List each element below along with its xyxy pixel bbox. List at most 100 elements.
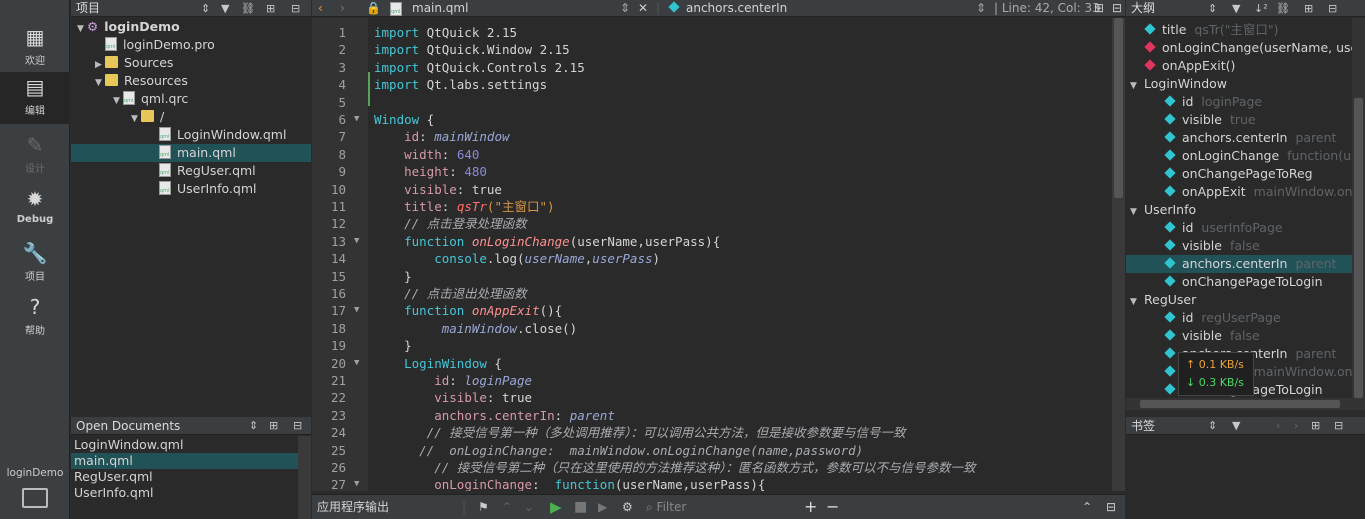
sort-icon[interactable]: ⇕: [1208, 0, 1217, 17]
close-split-icon[interactable]: ⊟: [1112, 0, 1122, 17]
line-number: 24: [330, 425, 346, 441]
code-editor[interactable]: import QtQuick 2.15 import QtQuick.Window…: [370, 18, 1112, 491]
tree-item[interactable]: ▼ /: [71, 108, 311, 126]
tree-item[interactable]: RegUser.qml: [71, 162, 311, 180]
dropdown-icon[interactable]: ⇕: [620, 0, 630, 17]
back-icon[interactable]: ‹: [318, 0, 323, 17]
split-icon[interactable]: ⊞: [269, 417, 278, 434]
fold-marker-icon[interactable]: ▼: [354, 476, 359, 493]
open-doc-item[interactable]: RegUser.qml: [71, 469, 298, 485]
tree-item[interactable]: ▼ Resources: [71, 72, 311, 90]
filter-icon[interactable]: ▼: [221, 0, 229, 17]
mode-projects[interactable]: 🔧 项目: [0, 238, 70, 290]
outline-item[interactable]: onLoginChange(userName, use: [1126, 39, 1352, 57]
filter-input[interactable]: ⌕ Filter: [646, 498, 796, 516]
scrollbar-thumb[interactable]: [1114, 18, 1123, 198]
split-icon[interactable]: ⊞: [1311, 417, 1320, 434]
outline-item[interactable]: onAppExit mainWindow.onA: [1126, 183, 1352, 201]
stop-icon[interactable]: ■: [574, 495, 587, 519]
tree-item[interactable]: ▼ ⚙ loginDemo: [71, 18, 311, 36]
mode-help[interactable]: ? 帮助: [0, 292, 70, 344]
outline-item[interactable]: title qsTr("主窗口"): [1126, 21, 1352, 39]
filter-icon[interactable]: ▼: [1232, 417, 1240, 434]
tree-item[interactable]: main.qml: [71, 144, 311, 162]
mode-edit[interactable]: ▤ 编辑: [0, 72, 70, 124]
sort-icon[interactable]: ⇕: [249, 417, 258, 434]
outline-item-value: parent: [1291, 346, 1337, 361]
outline-item[interactable]: ▼ RegUser: [1126, 291, 1352, 309]
mode-welcome[interactable]: ▦ 欢迎: [0, 22, 70, 74]
dropdown-icon[interactable]: ⇕: [976, 0, 986, 17]
prev-icon[interactable]: ‹: [1276, 417, 1280, 434]
close-panel-icon[interactable]: ⊟: [1106, 495, 1116, 519]
mode-debug[interactable]: ✹ Debug: [0, 184, 70, 236]
outline-item[interactable]: onAppExit(): [1126, 57, 1352, 75]
property-icon: [1144, 23, 1156, 35]
sort-alpha-icon[interactable]: ↓²: [1254, 0, 1268, 17]
attach-icon[interactable]: ▶: [598, 495, 607, 519]
outline-item[interactable]: id regUserPage: [1126, 309, 1352, 327]
fold-marker-icon[interactable]: ▼: [354, 111, 359, 128]
maximize-icon[interactable]: ⌃: [1082, 495, 1092, 519]
split-icon[interactable]: ⊞: [266, 0, 275, 17]
outline-item[interactable]: onChangePageToLogin: [1126, 273, 1352, 291]
close-file-icon[interactable]: ✕: [638, 0, 648, 17]
up-icon[interactable]: ⌃: [502, 495, 512, 519]
next-icon[interactable]: ›: [1294, 417, 1298, 434]
zoom-out-icon[interactable]: −: [826, 495, 839, 519]
outline-item[interactable]: anchors.centerIn parent: [1126, 129, 1352, 147]
qml-file-icon: [390, 2, 402, 19]
outline-vscroll[interactable]: [1352, 18, 1365, 398]
outline-hscroll[interactable]: [1126, 398, 1365, 410]
outline-item[interactable]: visible false: [1126, 237, 1352, 255]
scrollbar[interactable]: [298, 436, 311, 519]
sort-icon[interactable]: ⇕: [1208, 417, 1217, 434]
close-panel-icon[interactable]: ⊟: [291, 0, 300, 17]
down-icon[interactable]: ⌄: [524, 495, 534, 519]
code-line: import QtQuick.Window 2.15: [374, 42, 570, 58]
file-selector[interactable]: main.qml: [412, 0, 468, 17]
link-icon[interactable]: ⛓: [241, 0, 255, 17]
split-icon[interactable]: ⊞: [1304, 0, 1313, 17]
code-line: console.log(userName,userPass): [434, 251, 661, 267]
open-doc-item[interactable]: main.qml: [71, 453, 298, 469]
forward-icon[interactable]: ›: [340, 0, 345, 17]
outline-item[interactable]: ▼ LoginWindow: [1126, 75, 1352, 93]
fold-marker-icon[interactable]: ▼: [354, 355, 359, 372]
close-panel-icon[interactable]: ⊟: [293, 417, 302, 434]
outline-item[interactable]: onLoginChange function(use: [1126, 147, 1352, 165]
monitor-icon[interactable]: [22, 488, 48, 508]
outline-item[interactable]: visible false: [1126, 327, 1352, 345]
close-panel-icon[interactable]: ⊟: [1328, 0, 1337, 17]
fold-marker-icon[interactable]: ▼: [354, 233, 359, 250]
link-icon[interactable]: ⛓: [1276, 0, 1290, 17]
code-line: function onLoginChange(userName,userPass…: [404, 233, 721, 249]
zoom-in-icon[interactable]: +: [804, 495, 817, 519]
outline-item[interactable]: anchors.centerIn parent: [1126, 255, 1352, 273]
outline-item[interactable]: id loginPage: [1126, 93, 1352, 111]
outline-item[interactable]: id userInfoPage: [1126, 219, 1352, 237]
outline-item[interactable]: visible true: [1126, 111, 1352, 129]
editor-scrollbar[interactable]: [1112, 18, 1125, 491]
kit-project-label: loginDemo: [6, 467, 64, 479]
settings-icon[interactable]: ⚙: [622, 495, 633, 519]
clean-icon[interactable]: ⚑: [478, 495, 489, 519]
tree-item[interactable]: UserInfo.qml: [71, 180, 311, 198]
tree-item[interactable]: LoginWindow.qml: [71, 126, 311, 144]
close-panel-icon[interactable]: ⊟: [1334, 417, 1343, 434]
tree-item[interactable]: ▼qml.qrc: [71, 90, 311, 108]
open-doc-item[interactable]: LoginWindow.qml: [71, 437, 298, 453]
outline-item[interactable]: onChangePageToReg: [1126, 165, 1352, 183]
tree-item[interactable]: ▶ Sources: [71, 54, 311, 72]
mode-design[interactable]: ✎ 设计: [0, 130, 70, 182]
filter-icon[interactable]: ▼: [1232, 0, 1240, 17]
run-icon[interactable]: ▶: [550, 495, 562, 519]
tree-item[interactable]: loginDemo.pro: [71, 36, 311, 54]
fold-marker-icon[interactable]: ▼: [354, 302, 359, 319]
symbol-selector[interactable]: anchors.centerIn: [668, 0, 787, 17]
split-icon[interactable]: ⊞: [1094, 0, 1104, 17]
outline-item[interactable]: ▼ UserInfo: [1126, 201, 1352, 219]
sort-icon[interactable]: ⇕: [201, 0, 210, 17]
open-doc-item[interactable]: UserInfo.qml: [71, 485, 298, 501]
cursor-position[interactable]: | Line: 42, Col: 33: [994, 0, 1100, 17]
